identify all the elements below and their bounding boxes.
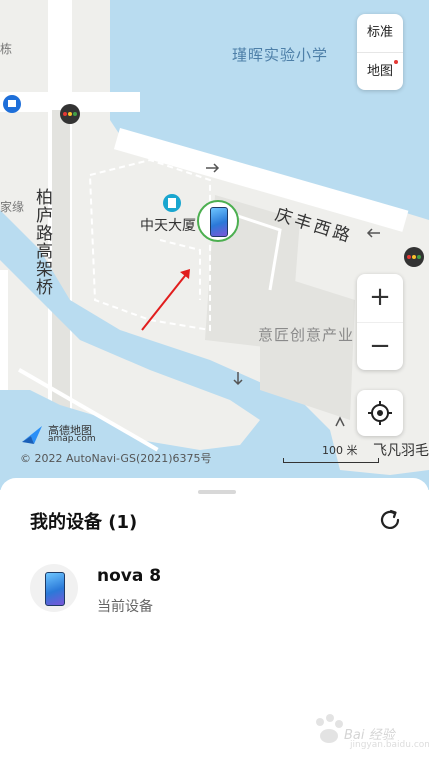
map-label-park: 意匠创意产业	[258, 326, 355, 344]
map-type-switcher[interactable]: 标准 地图	[357, 14, 403, 90]
watermark-url: jingyan.baidu.com	[350, 740, 429, 750]
map-label-road-north: 柏庐路高架桥	[32, 188, 52, 296]
watermark: Bai 经验 jingyan.baidu.com	[310, 712, 429, 756]
map-label-bottom-right: 飞凡羽毛	[373, 443, 429, 459]
map-label-top-left: 栋	[0, 42, 13, 56]
zoom-in-button[interactable]: +	[357, 274, 403, 322]
device-panel: 我的设备 (1) nova 8 当前设备 Bai 经验 jingyan.baid…	[0, 478, 429, 766]
amap-logo-icon	[22, 426, 42, 444]
device-name: nova 8	[97, 566, 162, 586]
device-list-item[interactable]: nova 8 当前设备	[28, 560, 408, 620]
notification-dot	[394, 60, 398, 64]
map-type-standard[interactable]: 标准	[357, 14, 403, 52]
crosshair-icon	[368, 401, 392, 425]
device-location-marker[interactable]	[197, 200, 239, 242]
map-scale-label: 100 米	[322, 444, 358, 457]
drag-handle[interactable]	[198, 490, 236, 494]
map-copyright: © 2022 AutoNavi-GS(2021)6375号	[20, 452, 212, 465]
map-type-map[interactable]: 地图	[357, 52, 403, 91]
device-status: 当前设备	[97, 599, 153, 615]
phone-icon	[45, 572, 65, 606]
amap-brand-url: amap.com	[48, 434, 96, 444]
phone-icon	[210, 207, 228, 237]
map-label-building: 中天大厦	[140, 218, 196, 234]
refresh-icon[interactable]	[376, 506, 404, 534]
paw-icon	[316, 714, 343, 743]
panel-title: 我的设备 (1)	[30, 512, 138, 533]
map-label-school: 瑾晖实验小学	[232, 46, 329, 64]
map-view[interactable]: 瑾晖实验小学 庆丰西路 柏庐路高架桥 中天大厦 意匠创意产业 家缘 栋 飞凡羽毛…	[0, 0, 429, 490]
device-avatar	[30, 564, 78, 612]
map-label-left-edge: 家缘	[0, 200, 25, 214]
amap-logo: 高德地图 amap.com	[20, 422, 100, 446]
locate-button[interactable]	[357, 390, 403, 436]
zoom-out-button[interactable]: −	[357, 322, 403, 371]
map-scale-bar	[283, 458, 379, 463]
zoom-control[interactable]: + −	[357, 274, 403, 370]
